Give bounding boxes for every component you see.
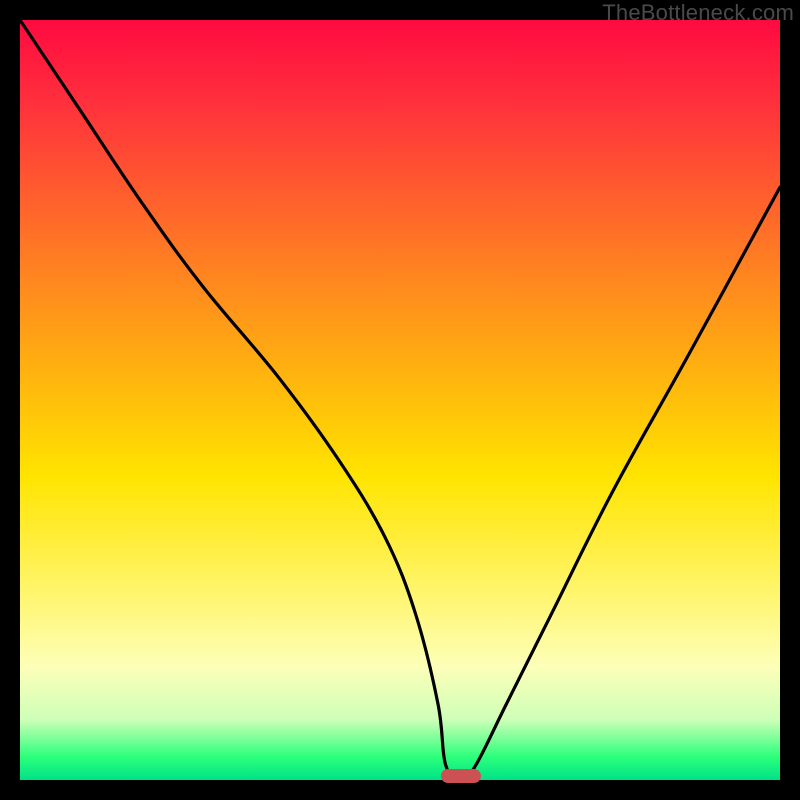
minimum-marker	[441, 769, 481, 783]
curve-svg	[20, 20, 780, 780]
bottleneck-curve	[20, 20, 780, 780]
chart-frame: TheBottleneck.com	[0, 0, 800, 800]
plot-area	[20, 20, 780, 780]
